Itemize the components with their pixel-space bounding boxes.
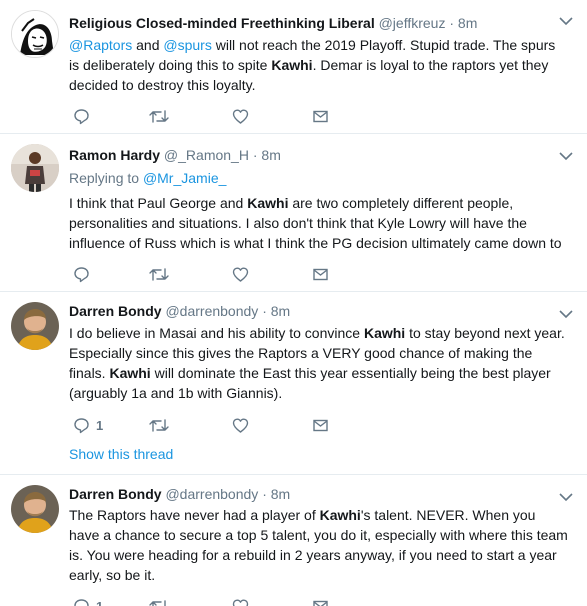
display-name[interactable]: Darren Bondy xyxy=(69,486,162,502)
retweet-icon xyxy=(149,418,169,432)
like-button[interactable] xyxy=(232,415,249,435)
avatar[interactable] xyxy=(11,10,59,58)
tweet-header: Religious Closed-minded Freethinking Lib… xyxy=(69,14,477,33)
username[interactable]: @jeffkreuz xyxy=(379,15,446,31)
reply-count: 1 xyxy=(96,417,104,433)
highlighted-keyword: Kawhi xyxy=(319,507,361,523)
highlighted-keyword: Kawhi xyxy=(271,57,313,73)
timeline: Religious Closed-minded Freethinking Lib… xyxy=(0,0,587,606)
retweet-button[interactable] xyxy=(149,415,169,435)
replying-to: Replying to @Mr_Jamie_ xyxy=(69,169,226,188)
like-button[interactable] xyxy=(232,106,249,126)
envelope-icon xyxy=(313,268,328,280)
tweet-text-segment: I do believe in Masai and his ability to… xyxy=(69,325,364,341)
avatar-sketch-icon xyxy=(12,11,58,57)
tweet-text-segment: The Raptors have never had a player of xyxy=(69,507,320,523)
like-button[interactable] xyxy=(232,596,249,606)
tweet-text: The Raptors have never had a player of K… xyxy=(69,505,569,585)
tweet-actions: 1 xyxy=(69,415,369,435)
tweet[interactable]: Darren Bondy @darrenbondy · 8m The Rapto… xyxy=(0,475,587,606)
tweet-actions xyxy=(69,264,369,284)
retweet-icon xyxy=(149,109,169,123)
heart-icon xyxy=(232,267,249,282)
mention-link[interactable]: @spurs xyxy=(163,37,211,53)
direct-message-button[interactable] xyxy=(312,596,329,606)
tweet-text-segment: and xyxy=(132,37,164,53)
separator-dot: · xyxy=(262,303,267,319)
direct-message-button[interactable] xyxy=(312,264,329,284)
username[interactable]: @_Ramon_H xyxy=(164,147,249,163)
reply-button[interactable] xyxy=(73,106,90,126)
highlighted-keyword: Kawhi xyxy=(363,325,406,341)
timestamp[interactable]: 8m xyxy=(271,303,290,319)
reply-icon xyxy=(74,108,89,124)
tweet-header: Darren Bondy @darrenbondy · 8m xyxy=(69,302,290,321)
separator-dot: · xyxy=(252,147,258,163)
reply-count: 1 xyxy=(96,598,104,606)
direct-message-button[interactable] xyxy=(312,415,329,435)
avatar[interactable] xyxy=(11,485,59,533)
avatar[interactable] xyxy=(11,302,59,350)
chevron-down-icon[interactable] xyxy=(559,16,573,26)
retweet-button[interactable] xyxy=(149,596,169,606)
reply-button[interactable]: 1 xyxy=(73,596,103,606)
envelope-icon xyxy=(313,110,328,122)
reply-icon xyxy=(74,598,89,606)
direct-message-button[interactable] xyxy=(312,106,329,126)
highlighted-keyword: Kawhi xyxy=(109,365,151,381)
replying-to-label: Replying to xyxy=(69,170,143,186)
tweet[interactable]: Ramon Hardy @_Ramon_H · 8m Replying to @… xyxy=(0,134,587,292)
avatar-photo-icon xyxy=(11,302,59,350)
reply-icon xyxy=(74,417,89,433)
show-thread-link[interactable]: Show this thread xyxy=(69,445,173,464)
envelope-icon xyxy=(313,600,328,606)
avatar-photo-icon xyxy=(11,485,59,533)
display-name[interactable]: Religious Closed-minded Freethinking Lib… xyxy=(69,15,375,31)
heart-icon xyxy=(232,109,249,124)
tweet-header: Darren Bondy @darrenbondy · 8m xyxy=(69,485,290,504)
display-name[interactable]: Ramon Hardy xyxy=(69,147,160,163)
replying-to-user[interactable]: @Mr_Jamie_ xyxy=(143,170,226,186)
reply-icon xyxy=(74,266,89,282)
chevron-down-icon[interactable] xyxy=(559,309,573,319)
display-name[interactable]: Darren Bondy xyxy=(69,303,162,319)
reply-button[interactable]: 1 xyxy=(73,415,103,435)
retweet-button[interactable] xyxy=(149,264,169,284)
timestamp[interactable]: 8m xyxy=(271,486,290,502)
tweet-text: I do believe in Masai and his ability to… xyxy=(69,323,569,403)
heart-icon xyxy=(232,599,249,606)
timestamp[interactable]: 8m xyxy=(458,15,477,31)
tweet-header: Ramon Hardy @_Ramon_H · 8m xyxy=(69,146,281,165)
timestamp[interactable]: 8m xyxy=(261,147,280,163)
tweet-actions: 1 xyxy=(69,596,369,606)
tweet[interactable]: Religious Closed-minded Freethinking Lib… xyxy=(0,0,587,134)
tweet-actions xyxy=(69,106,369,126)
retweet-icon xyxy=(149,267,169,281)
avatar-photo-icon xyxy=(11,144,59,192)
username[interactable]: @darrenbondy xyxy=(165,486,258,502)
chevron-down-icon[interactable] xyxy=(559,492,573,502)
envelope-icon xyxy=(313,419,328,431)
heart-icon xyxy=(232,418,249,433)
like-button[interactable] xyxy=(232,264,249,284)
retweet-icon xyxy=(149,599,166,606)
separator-dot: · xyxy=(449,15,455,31)
username[interactable]: @darrenbondy xyxy=(165,303,258,319)
mention-link[interactable]: @Raptors xyxy=(69,37,132,53)
tweet-text: @Raptors and @spurs will not reach the 2… xyxy=(69,35,569,95)
avatar[interactable] xyxy=(11,144,59,192)
reply-button[interactable] xyxy=(73,264,90,284)
separator-dot: · xyxy=(262,486,267,502)
tweet[interactable]: Darren Bondy @darrenbondy · 8m I do beli… xyxy=(0,292,587,475)
chevron-down-icon[interactable] xyxy=(559,151,573,161)
tweet-text: I think that Paul George and Kawhi are t… xyxy=(69,193,569,253)
highlighted-keyword: Kawhi xyxy=(247,195,289,211)
retweet-button[interactable] xyxy=(149,106,169,126)
tweet-text-segment: I think that Paul George and xyxy=(69,195,248,211)
